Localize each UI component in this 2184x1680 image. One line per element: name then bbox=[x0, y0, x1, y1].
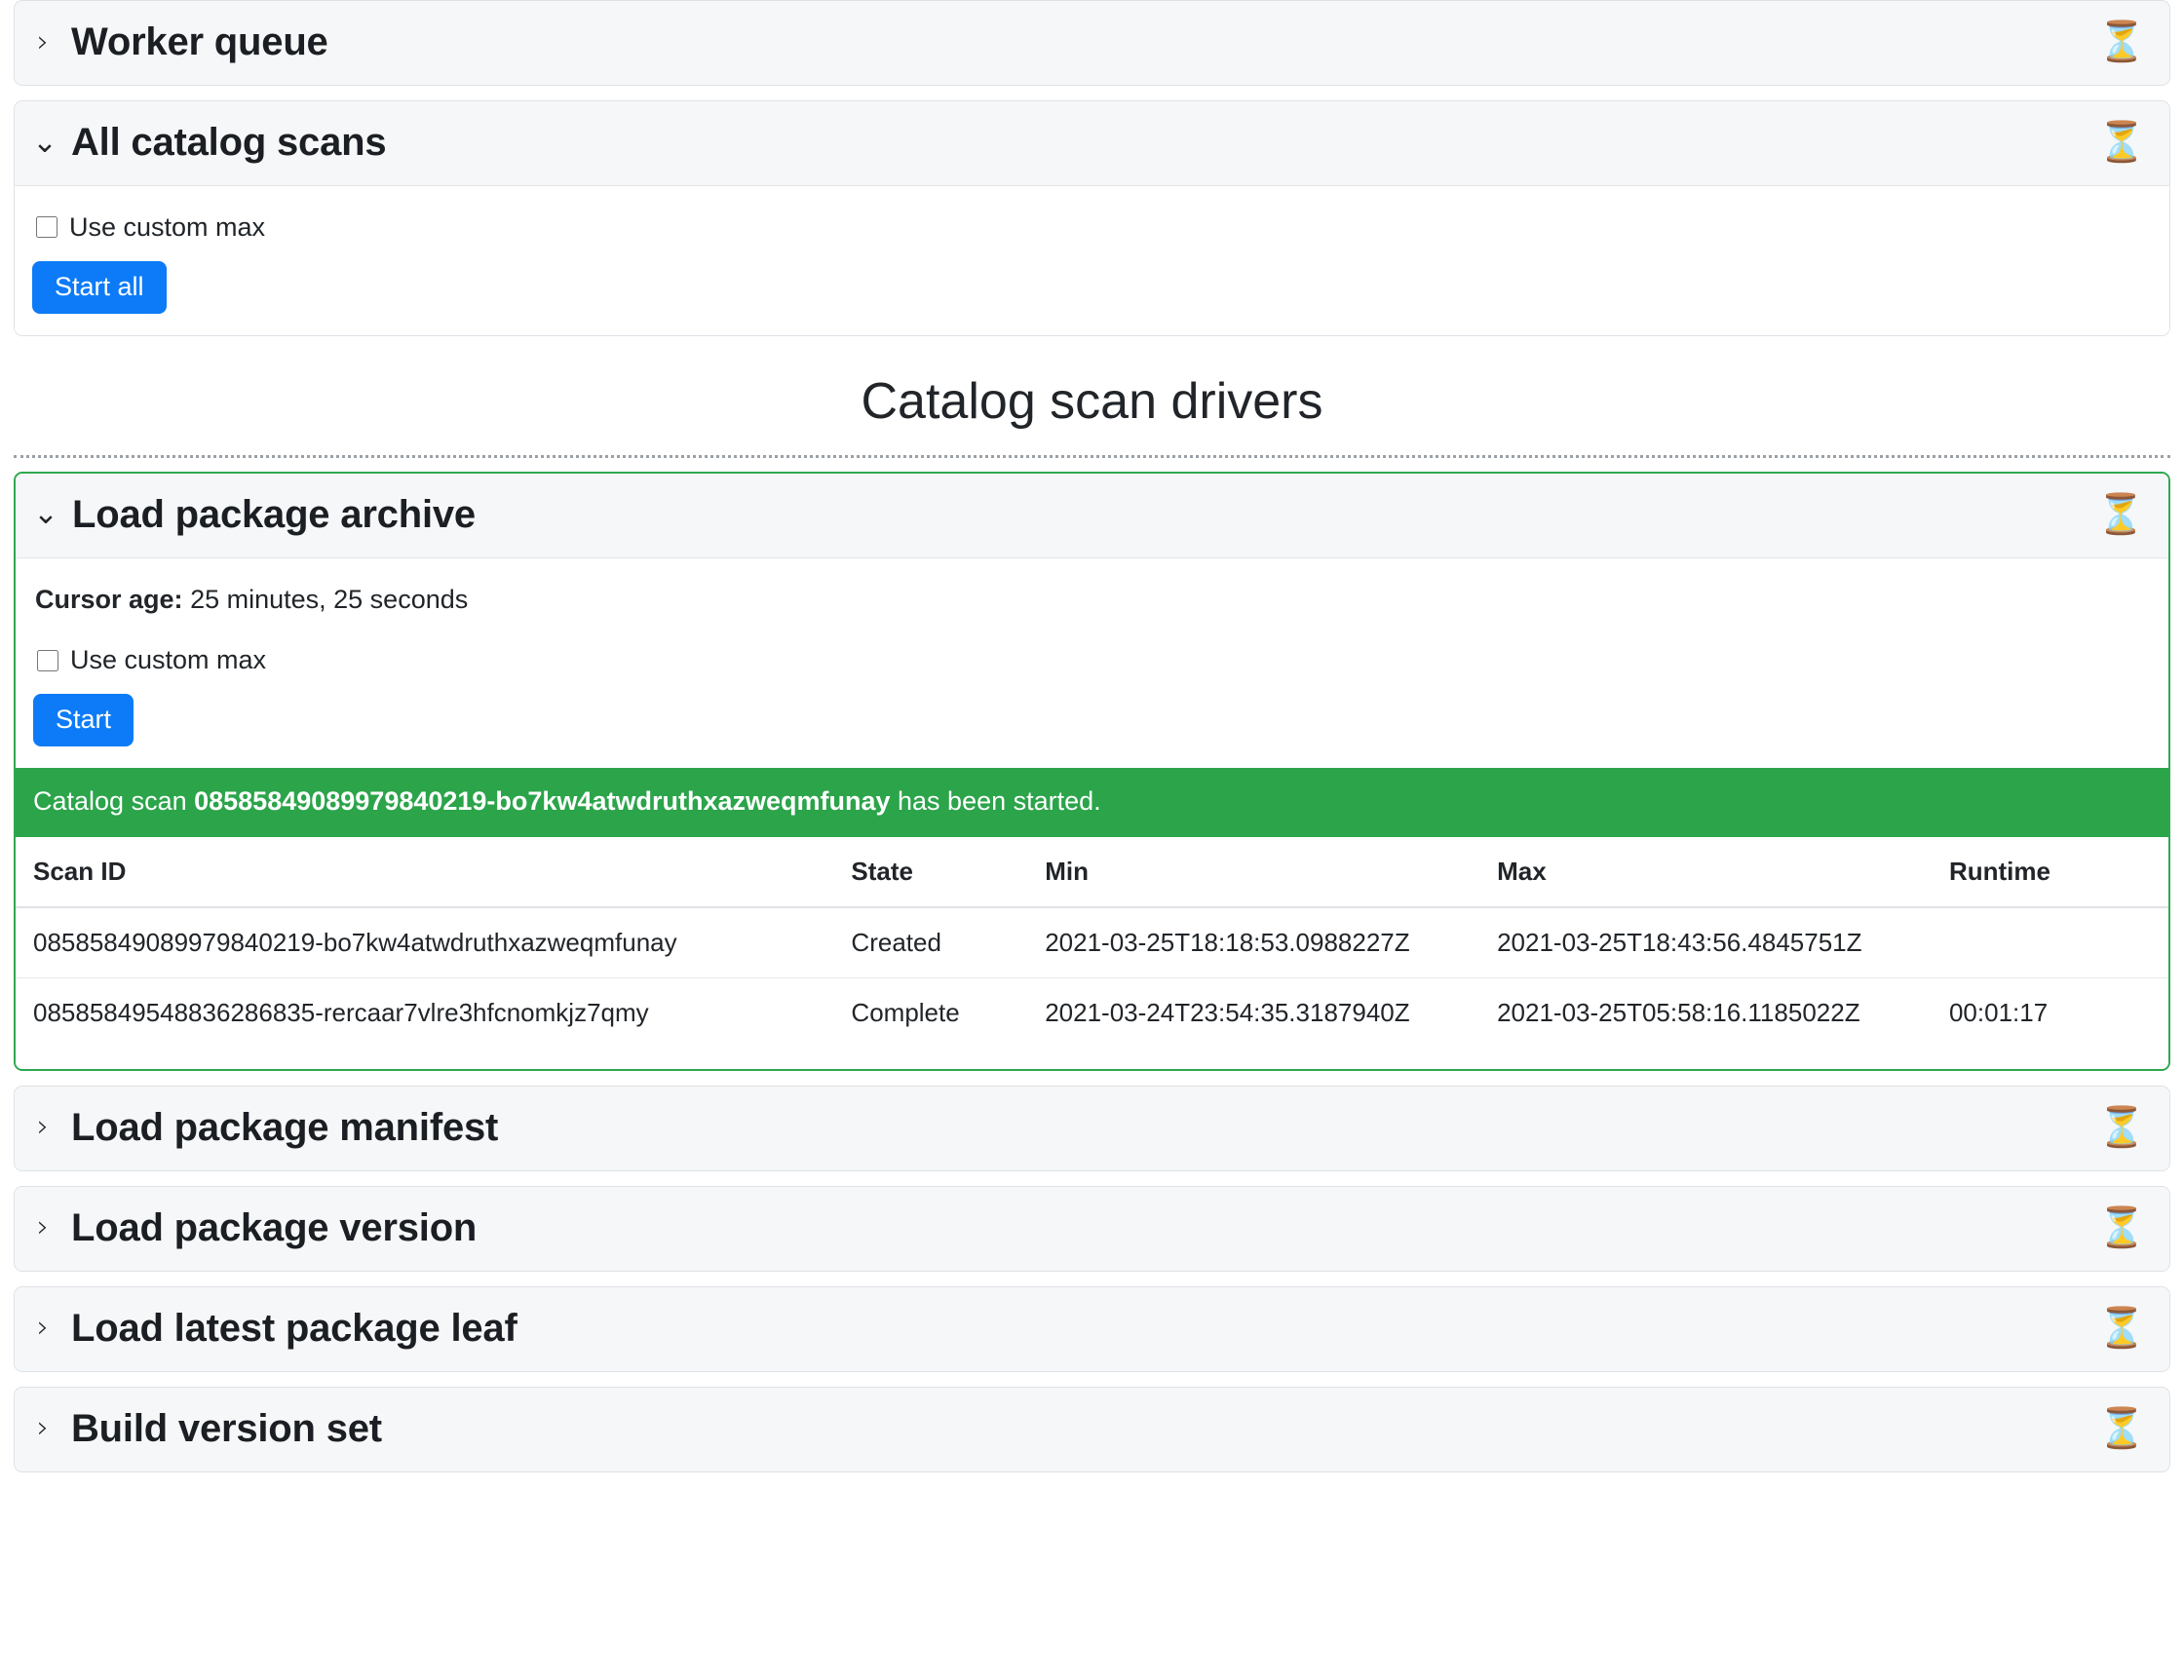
cell-scan-id: 08585849089979840219-bo7kw4atwdruthxazwe… bbox=[16, 906, 834, 978]
load-latest-package-leaf-header[interactable]: › Load latest package leaf ⏳ bbox=[15, 1286, 2169, 1371]
cell-runtime bbox=[1931, 906, 2168, 978]
cursor-age-label: Cursor age: bbox=[35, 584, 183, 614]
all-catalog-scans-header[interactable]: ⌄ All catalog scans ⏳ bbox=[15, 101, 2169, 186]
chevron-right-icon: › bbox=[36, 1209, 50, 1245]
table-row: 08585849089979840219-bo7kw4atwdruthxazwe… bbox=[16, 906, 2168, 978]
all-catalog-scans-header-left: ⌄ All catalog scans bbox=[32, 113, 387, 172]
load-package-archive-body: Cursor age: 25 minutes, 25 seconds Use c… bbox=[16, 557, 2168, 1069]
load-latest-package-leaf-header-left: › Load latest package leaf bbox=[32, 1299, 517, 1357]
load-package-manifest-header-left: › Load package manifest bbox=[32, 1098, 499, 1157]
catalog-scans-table-body: 08585849089979840219-bo7kw4atwdruthxazwe… bbox=[16, 906, 2168, 1048]
chevron-right-icon: › bbox=[36, 1410, 50, 1446]
accordion-load-package-version[interactable]: › Load package version ⏳ bbox=[14, 1185, 2170, 1272]
catalog-scans-table-head: Scan ID State Min Max Runtime bbox=[16, 836, 2168, 908]
load-package-archive-header[interactable]: ⌄ Load package archive ⏳ bbox=[16, 473, 2168, 558]
alert-suffix: has been started. bbox=[890, 786, 1101, 817]
load-latest-package-leaf-title: Load latest package leaf bbox=[71, 1306, 517, 1350]
hourglass-icon: ⏳ bbox=[2097, 1405, 2146, 1451]
chevron-right-icon: › bbox=[36, 1109, 50, 1145]
cell-state: Created bbox=[833, 906, 1028, 978]
load-package-version-header-left: › Load package version bbox=[32, 1199, 478, 1257]
load-package-archive-title: Load package archive bbox=[72, 492, 476, 536]
all-catalog-scans-body: Use custom max Start all bbox=[15, 186, 2169, 335]
worker-queue-header-left: › Worker queue bbox=[32, 13, 328, 71]
load-package-manifest-header[interactable]: › Load package manifest ⏳ bbox=[15, 1086, 2169, 1170]
accordion-load-latest-package-leaf[interactable]: › Load latest package leaf ⏳ bbox=[14, 1285, 2170, 1372]
section-heading-catalog-scan-drivers: Catalog scan drivers bbox=[861, 372, 1323, 430]
scan-started-alert: Catalog scan 08585849089979840219-bo7kw4… bbox=[16, 768, 2168, 837]
cell-max: 2021-03-25T18:43:56.4845751Z bbox=[1479, 906, 1932, 978]
all-catalog-scans-title: All catalog scans bbox=[71, 121, 387, 164]
col-header-max: Max bbox=[1479, 836, 1932, 908]
accordion-load-package-manifest[interactable]: › Load package manifest ⏳ bbox=[14, 1085, 2170, 1171]
start-button[interactable]: Start bbox=[33, 693, 134, 747]
cell-scan-id: 08585849548836286835-rercaar7vlre3hfcnom… bbox=[33, 997, 649, 1027]
cursor-age: Cursor age: 25 minutes, 25 seconds bbox=[35, 580, 2151, 620]
build-version-set-header-left: › Build version set bbox=[32, 1399, 382, 1458]
load-package-archive-header-left: ⌄ Load package archive bbox=[33, 485, 476, 544]
load-package-version-header[interactable]: › Load package version ⏳ bbox=[15, 1186, 2169, 1271]
chevron-right-icon: › bbox=[36, 1310, 50, 1346]
chevron-down-icon: ⌄ bbox=[33, 496, 58, 532]
hourglass-icon: ⏳ bbox=[2097, 1104, 2146, 1150]
all-scans-use-custom-max-checkbox[interactable] bbox=[36, 216, 57, 239]
accordion-worker-queue[interactable]: › Worker queue ⏳ bbox=[14, 0, 2170, 86]
cell-min: 2021-03-25T18:18:53.0988227Z bbox=[1027, 906, 1480, 978]
col-header-min: Min bbox=[1027, 836, 1480, 908]
accordion-all-catalog-scans[interactable]: ⌄ All catalog scans ⏳ Use custom max Sta… bbox=[14, 100, 2170, 336]
worker-queue-header[interactable]: › Worker queue ⏳ bbox=[15, 1, 2169, 85]
catalog-scans-table: Scan ID State Min Max Runtime 0858584908… bbox=[16, 836, 2168, 1048]
accordion-build-version-set[interactable]: › Build version set ⏳ bbox=[14, 1386, 2170, 1472]
archive-use-custom-max-label: Use custom max bbox=[70, 645, 267, 675]
all-scans-use-custom-max-label: Use custom max bbox=[69, 212, 266, 242]
col-header-runtime: Runtime bbox=[1931, 836, 2168, 908]
archive-use-custom-max-checkbox[interactable] bbox=[37, 649, 58, 671]
section-divider bbox=[14, 454, 2170, 458]
cell-min: 2021-03-24T23:54:35.3187940Z bbox=[1045, 997, 1410, 1027]
hourglass-icon: ⏳ bbox=[2097, 1305, 2146, 1351]
start-all-button[interactable]: Start all bbox=[32, 260, 167, 314]
cell-max: 2021-03-25T05:58:16.1185022Z bbox=[1497, 997, 1860, 1027]
alert-scan-id: 08585849089979840219-bo7kw4atwdruthxazwe… bbox=[194, 786, 891, 817]
archive-use-custom-max-row[interactable]: Use custom max bbox=[37, 640, 2151, 680]
build-version-set-title: Build version set bbox=[71, 1406, 382, 1450]
hourglass-icon: ⏳ bbox=[2096, 491, 2145, 537]
col-header-state: State bbox=[833, 836, 1028, 908]
hourglass-icon: ⏳ bbox=[2097, 1204, 2146, 1250]
page-root: › Worker queue ⏳ ⌄ All catalog scans ⏳ U… bbox=[0, 0, 2184, 1472]
build-version-set-header[interactable]: › Build version set ⏳ bbox=[15, 1387, 2169, 1471]
load-package-version-title: Load package version bbox=[71, 1205, 478, 1249]
alert-prefix: Catalog scan bbox=[33, 786, 195, 817]
load-package-manifest-title: Load package manifest bbox=[71, 1105, 499, 1149]
accordion-load-package-archive[interactable]: ⌄ Load package archive ⏳ Cursor age: 25 … bbox=[14, 471, 2170, 1071]
cell-state: Complete bbox=[851, 997, 960, 1027]
chevron-right-icon: › bbox=[36, 23, 50, 59]
hourglass-icon: ⏳ bbox=[2097, 19, 2146, 64]
all-scans-use-custom-max-row[interactable]: Use custom max bbox=[36, 208, 2152, 248]
col-header-scan-id: Scan ID bbox=[16, 836, 834, 908]
cursor-age-value: 25 minutes, 25 seconds bbox=[190, 584, 469, 614]
chevron-down-icon: ⌄ bbox=[32, 124, 57, 160]
table-row: 08585849548836286835-rercaar7vlre3hfcnom… bbox=[16, 977, 2168, 1048]
cell-runtime: 00:01:17 bbox=[1948, 997, 2049, 1027]
table-header-row: Scan ID State Min Max Runtime bbox=[16, 836, 2168, 908]
hourglass-icon: ⏳ bbox=[2097, 120, 2146, 165]
worker-queue-title: Worker queue bbox=[71, 20, 328, 63]
